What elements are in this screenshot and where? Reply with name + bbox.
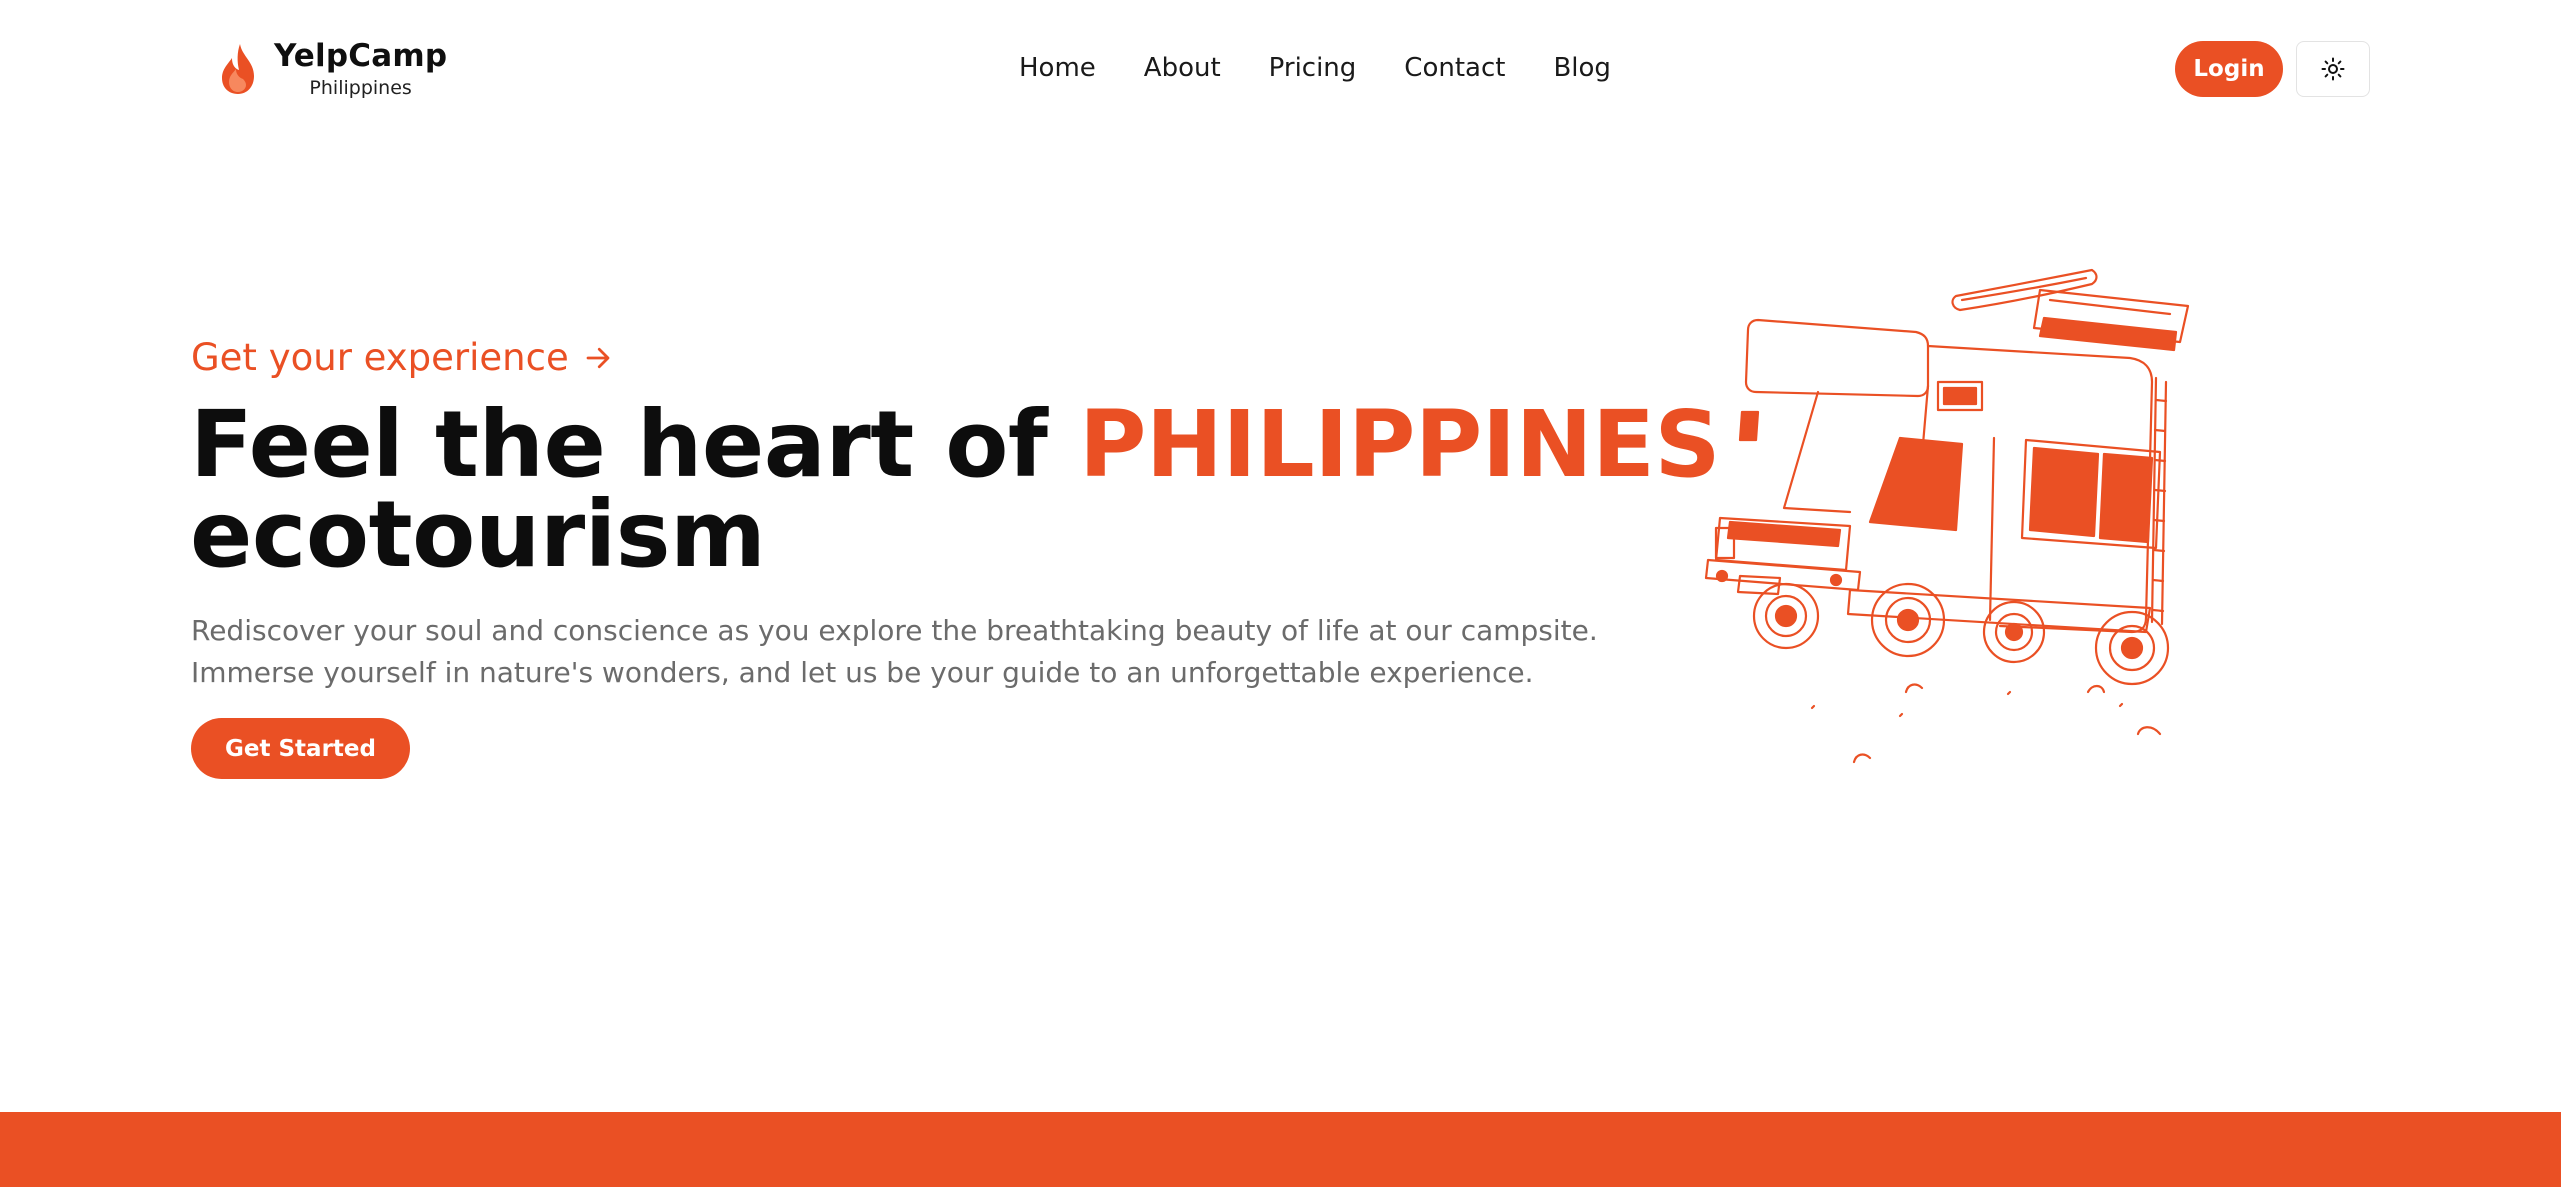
get-started-button[interactable]: Get Started bbox=[191, 718, 410, 779]
nav-link-blog[interactable]: Blog bbox=[1553, 50, 1610, 86]
bottom-accent-band bbox=[0, 1112, 2561, 1187]
brand-text: YelpCamp Philippines bbox=[274, 38, 447, 100]
nav-link-home[interactable]: Home bbox=[1019, 50, 1096, 86]
headline-line2: ecotourism bbox=[190, 481, 766, 588]
nav-link-about[interactable]: About bbox=[1144, 50, 1221, 86]
brand-logo-link[interactable]: YelpCamp Philippines bbox=[218, 38, 447, 100]
main-nav: Home About Pricing Contact Blog bbox=[1019, 50, 1611, 86]
hero-description: Rediscover your soul and conscience as y… bbox=[191, 614, 1598, 689]
sun-icon bbox=[2321, 57, 2345, 81]
flame-icon bbox=[222, 44, 254, 94]
theme-toggle-button[interactable] bbox=[2296, 41, 2370, 97]
hero-headline: Feel the heart of PHILIPPINES ecotourism bbox=[190, 399, 1721, 581]
headline-accent: PHILIPPINES bbox=[1079, 391, 1721, 498]
login-button[interactable]: Login bbox=[2175, 41, 2283, 97]
arrow-right-icon bbox=[586, 347, 610, 369]
nav-link-pricing[interactable]: Pricing bbox=[1269, 50, 1357, 86]
camper-van-illustration bbox=[1704, 268, 2190, 764]
brand-subtitle: Philippines bbox=[309, 77, 412, 99]
eyebrow-text: Get your experience bbox=[191, 336, 569, 379]
brand-name: YelpCamp bbox=[274, 38, 448, 74]
site-header: YelpCamp Philippines Home About Pricing … bbox=[0, 0, 2561, 140]
nav-link-contact[interactable]: Contact bbox=[1404, 50, 1505, 86]
get-experience-link[interactable]: Get your experience bbox=[191, 336, 613, 380]
